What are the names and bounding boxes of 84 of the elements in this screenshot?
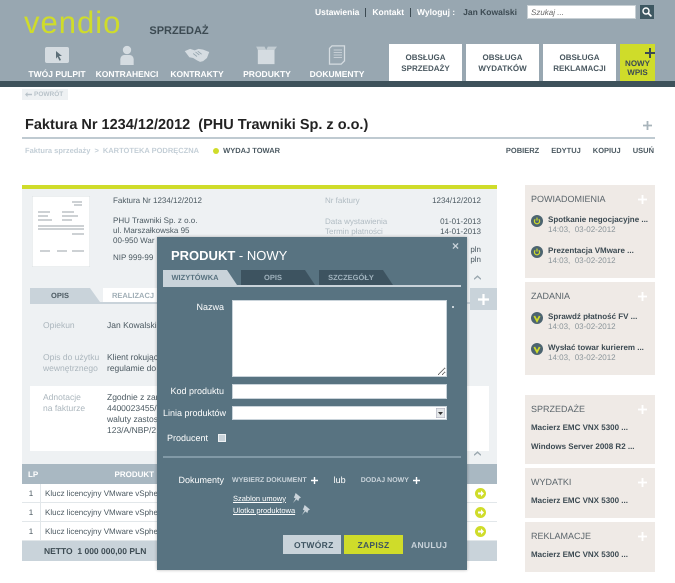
- card-title: SPRZEDAŻE: [531, 404, 586, 414]
- card-title: POWIADOMIENIA: [531, 194, 606, 204]
- card-title: WYDATKI: [531, 477, 572, 487]
- field-label: Data wystawienia: [325, 217, 388, 227]
- detail-value: Jan Kowalski: [107, 320, 157, 332]
- box-icon: [254, 45, 280, 65]
- quick-action-button[interactable]: OBSŁUGA REKLAMACJI: [543, 44, 616, 81]
- monitor-icon: [44, 45, 70, 65]
- check-icon: [531, 343, 543, 355]
- field-label: Kod produktu: [169, 385, 224, 398]
- arrow-icon[interactable]: [475, 526, 486, 536]
- name-field[interactable]: [232, 300, 447, 377]
- card-title: REKLAMACJE: [531, 531, 592, 541]
- item-title[interactable]: Macierz EMC VNX 5300 ...: [531, 496, 628, 506]
- amount-text: pln: [470, 255, 481, 265]
- dropdown-arrow-icon[interactable]: [436, 408, 445, 418]
- column-header: LP: [22, 464, 40, 484]
- search-button[interactable]: [640, 5, 654, 19]
- collapse-icon[interactable]: [474, 275, 481, 280]
- status-dot: [213, 148, 220, 154]
- item-title[interactable]: Sprawdź płatność FV ...: [548, 312, 638, 322]
- user-name: Jan Kowalski: [463, 7, 517, 17]
- open-button[interactable]: OTWÓRZ: [283, 535, 341, 554]
- item-title[interactable]: Macierz EMC VNX 5300 ...: [531, 550, 628, 560]
- dialog-title: PRODUKT - NOWY: [171, 248, 288, 264]
- field-label: Termin płatności: [325, 227, 383, 237]
- item-title[interactable]: Wysłać towar kurierem ...: [548, 343, 644, 353]
- table-cell: 1: [22, 502, 40, 522]
- close-button[interactable]: ×: [452, 239, 459, 253]
- item-title[interactable]: Windows Server 2008 R2 ...: [531, 442, 635, 452]
- new-entry-button[interactable]: NOWY WPIS: [620, 44, 655, 81]
- item-title[interactable]: Macierz EMC VNX 5300 ...: [531, 423, 628, 433]
- item-time: 14:03, 03-02-2012: [548, 256, 617, 266]
- field-value: 01-01-2013: [440, 217, 481, 227]
- item-time: 14:03, 03-02-2012: [548, 322, 617, 332]
- add-button[interactable]: [470, 288, 497, 310]
- dropdown-field[interactable]: [232, 406, 447, 420]
- arrow-icon[interactable]: [475, 488, 486, 498]
- table-cell: 1: [22, 484, 40, 502]
- search-field[interactable]: Szukaj ...: [527, 5, 636, 19]
- summary-text: 00-950 War: [113, 236, 154, 246]
- page-title: Faktura Nr 1234/12/2012 (PHU Trawniki Sp. z o.o.): [25, 117, 368, 133]
- input-field[interactable]: [232, 384, 447, 399]
- summary-text: ul. Marszałkowska 95: [113, 226, 190, 236]
- field-label: Linia produktów: [163, 407, 224, 420]
- detail-label: Opis do użytku wewnętrznego: [43, 352, 100, 375]
- plus-icon[interactable]: [412, 476, 420, 484]
- summary-text: Faktura Nr 1234/12/2012: [113, 196, 202, 206]
- detail-label: Adnotacje na fakturze: [43, 392, 86, 415]
- save-button[interactable]: ZAPISZ: [344, 535, 403, 554]
- table-cell: 1: [22, 522, 40, 540]
- item-title[interactable]: Spotkanie negocjacyjne ...: [548, 215, 648, 225]
- power-icon: [531, 246, 543, 258]
- field-label: Nr faktury: [325, 196, 360, 206]
- detail-value: Klient rokując regulamie do: [107, 352, 158, 375]
- quick-action-button[interactable]: OBSŁUGA WYDATKÓW: [466, 44, 539, 81]
- invoice-thumbnail: [32, 196, 90, 267]
- card-title: ZADANIA: [531, 291, 570, 301]
- power-icon: [531, 215, 543, 227]
- summary-text: NIP 999-99: [113, 253, 154, 263]
- module-name: SPRZEDAŻ: [149, 25, 209, 37]
- item-time: 14:03, 03-02-2012: [548, 225, 617, 235]
- detail-label: Opiekun: [43, 320, 76, 332]
- field-label: Nazwa: [195, 301, 224, 314]
- pin-icon[interactable]: [301, 505, 310, 515]
- check-icon: [531, 312, 543, 324]
- field-label: Dokumenty: [177, 474, 224, 487]
- plus-icon[interactable]: [310, 476, 318, 484]
- item-time: 14:03, 03-02-2012: [548, 353, 617, 363]
- quick-action-button[interactable]: OBSŁUGA SPRZEDAŻY: [389, 44, 462, 81]
- checkbox[interactable]: [218, 434, 226, 442]
- amount-text: pln: [470, 245, 481, 255]
- field-value: 1234/12/2012: [432, 196, 481, 206]
- or-text: lub: [334, 475, 346, 485]
- field-value: 14-01-2013: [440, 227, 481, 237]
- plus-icon[interactable]: [645, 48, 655, 58]
- checkbox-label: Producent: [167, 433, 208, 443]
- add-icon[interactable]: [643, 120, 652, 130]
- collapse-icon[interactable]: [474, 451, 481, 456]
- item-title[interactable]: Prezentacja VMware ...: [548, 246, 634, 256]
- pin-icon[interactable]: [292, 493, 301, 503]
- arrow-left-icon: [25, 92, 32, 97]
- arrow-icon[interactable]: [475, 506, 486, 518]
- summary-text: PHU Trawniki Sp. z o.o.: [113, 216, 198, 226]
